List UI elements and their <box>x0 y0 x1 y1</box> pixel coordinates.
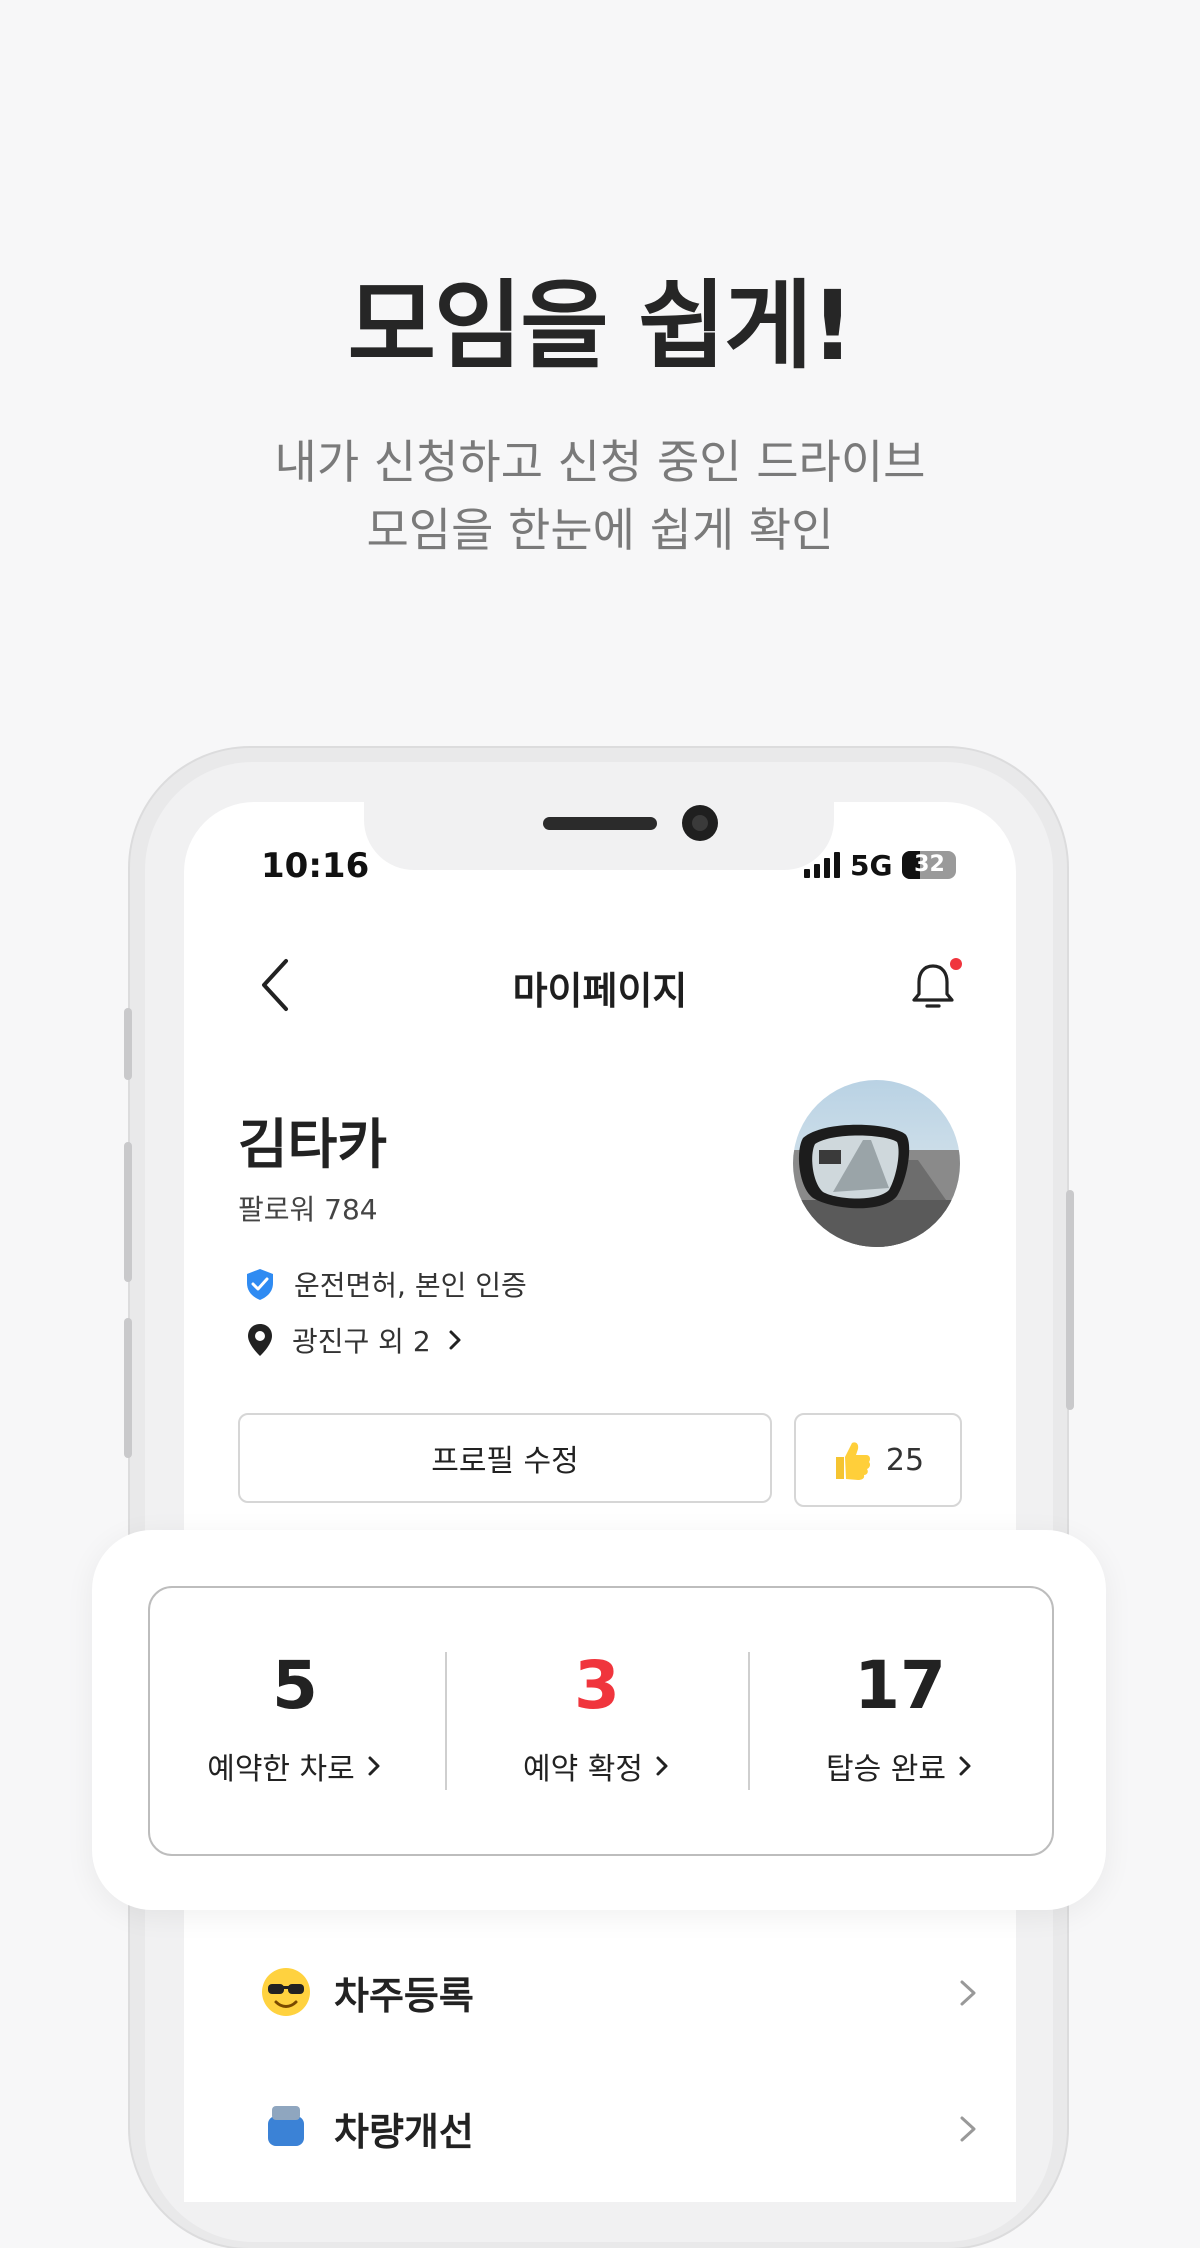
like-button[interactable]: 25 <box>794 1413 962 1507</box>
chevron-right-icon <box>960 1980 976 2006</box>
chevron-right-icon <box>449 1330 461 1350</box>
status-indicators: 5G 32 <box>804 848 957 882</box>
notch <box>364 790 834 870</box>
signal-icon <box>804 852 840 878</box>
page-title: 마이페이지 <box>512 969 688 1013</box>
network-label: 5G <box>850 848 893 882</box>
front-camera <box>682 805 718 841</box>
stat-reserved-label-row: 예약한 차로 <box>145 1744 445 1788</box>
menu-item-vehicle[interactable]: 차량개선 <box>260 2098 980 2158</box>
battery-icon: 32 <box>902 851 957 879</box>
likes-count: 25 <box>885 1442 925 1478</box>
chevron-right-icon <box>656 1756 668 1776</box>
stat-confirmed-label: 예약 확정 <box>523 1752 643 1787</box>
stat-confirmed[interactable]: 3 예약 확정 <box>447 1646 747 1788</box>
stat-completed-label: 탑승 완료 <box>826 1752 946 1787</box>
stat-reserved[interactable]: 5 예약한 차로 <box>145 1646 445 1788</box>
stat-completed-value: 17 <box>854 1647 946 1724</box>
shield-check-icon <box>247 1269 273 1300</box>
verification-row: 운전면허, 본인 인증 <box>244 1264 527 1304</box>
stat-reserved-value: 5 <box>272 1647 318 1724</box>
chevron-left-icon <box>262 959 288 1011</box>
avatar-image <box>793 1080 960 1247</box>
side-button-volume-up <box>124 1142 132 1282</box>
sunglasses-emoji-icon <box>262 1968 310 2016</box>
side-button-volume-down <box>124 1318 132 1458</box>
edit-profile-button[interactable]: 프로필 수정 <box>238 1413 772 1503</box>
stat-confirmed-label-row: 예약 확정 <box>447 1744 747 1788</box>
status-time: 10:16 <box>261 846 370 886</box>
battery-level: 32 <box>914 852 945 877</box>
car-icon <box>268 2106 304 2146</box>
chevron-right-icon <box>960 2116 976 2142</box>
followers-count[interactable]: 팔로워 784 <box>238 1188 378 1228</box>
menu-item-owner-register[interactable]: 차주등록 <box>260 1962 980 2022</box>
side-button-silent <box>124 1008 132 1080</box>
menu-item-label: 차량개선 <box>334 2109 474 2154</box>
stat-confirmed-value: 3 <box>574 1647 620 1724</box>
subline-line-1: 내가 신청하고 신청 중인 드라이브 <box>274 435 926 489</box>
subline: 내가 신청하고 신청 중인 드라이브 모임을 한눈에 쉽게 확인 <box>0 428 1200 564</box>
notification-badge <box>950 958 962 970</box>
back-button[interactable] <box>256 955 296 1015</box>
stat-completed-label-row: 탑승 완료 <box>750 1744 1050 1788</box>
stat-completed[interactable]: 17 탑승 완료 <box>750 1646 1050 1788</box>
location-text: 광진구 외 2 <box>292 1325 431 1358</box>
chevron-right-icon <box>959 1756 971 1776</box>
thumbs-up-icon <box>835 1442 870 1480</box>
chevron-right-icon <box>368 1756 380 1776</box>
location-pin-icon <box>248 1324 272 1356</box>
side-button-power <box>1066 1190 1074 1410</box>
headline: 모임을 쉽게! <box>347 270 855 382</box>
subline-line-2: 모임을 한눈에 쉽게 확인 <box>366 503 834 557</box>
profile-name: 김타카 <box>238 1113 388 1176</box>
verification-text: 운전면허, 본인 인증 <box>294 1269 527 1302</box>
location-row[interactable]: 광진구 외 2 <box>246 1320 465 1360</box>
speaker <box>543 817 657 830</box>
stat-reserved-label: 예약한 차로 <box>207 1752 355 1787</box>
avatar[interactable] <box>793 1080 960 1247</box>
menu-item-label: 차주등록 <box>334 1973 474 2018</box>
